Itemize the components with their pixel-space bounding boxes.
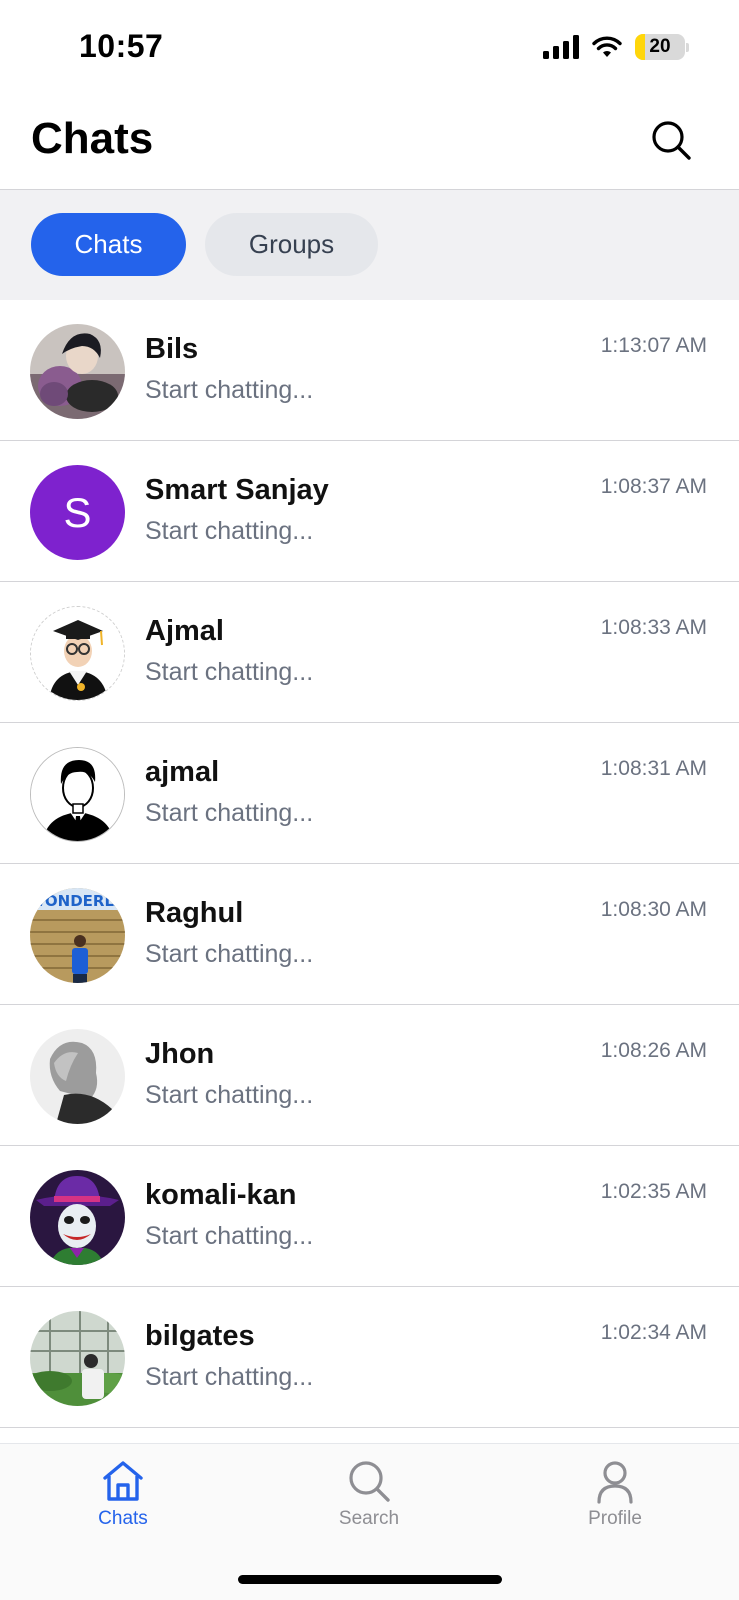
tabs-bar: Chats Groups (0, 190, 739, 300)
chat-row-raghul[interactable]: WONDERLA Raghul Start chatting... 1:08:3… (0, 864, 739, 1005)
nav-chats[interactable]: Chats (53, 1458, 193, 1530)
chat-preview: Start chatting... (145, 940, 314, 968)
chat-time: 1:08:30 AM (600, 898, 707, 921)
chat-row-bilgates[interactable]: bilgates Start chatting... 1:02:34 AM (0, 1287, 739, 1428)
chat-name: Smart Sanjay (145, 474, 329, 506)
chat-preview: Start chatting... (145, 1222, 314, 1250)
tab-chats[interactable]: Chats (31, 213, 186, 276)
avatar (30, 606, 125, 701)
chat-list: Bils Start chatting... 1:13:07 AM S Smar… (0, 300, 739, 1428)
battery-cap (686, 42, 689, 52)
chat-name: bilgates (145, 1320, 255, 1352)
avatar-initial: S (63, 488, 92, 536)
chat-row-smart-sanjay[interactable]: S Smart Sanjay Start chatting... 1:08:37… (0, 441, 739, 582)
home-icon (103, 1461, 143, 1501)
search-icon (652, 121, 691, 160)
search-button[interactable] (649, 118, 693, 162)
chat-name: Raghul (145, 897, 244, 929)
cellular-signal-icon (543, 35, 579, 59)
chat-preview: Start chatting... (145, 1363, 314, 1391)
chat-preview: Start chatting... (145, 376, 314, 404)
nav-label: Chats (98, 1508, 148, 1529)
chat-name: Jhon (145, 1038, 215, 1070)
battery-level: 20 (649, 36, 671, 57)
chat-preview: Start chatting... (145, 658, 314, 686)
chat-row-komali-kan[interactable]: komali-kan Start chatting... 1:02:35 AM (0, 1146, 739, 1287)
chat-time: 1:08:33 AM (600, 616, 707, 639)
chats-screen: 10:57 20 Chats Chats Groups Bils Start c… (0, 0, 739, 1600)
chat-row-bils[interactable]: Bils Start chatting... 1:13:07 AM (0, 300, 739, 441)
status-bar: 10:57 20 (0, 0, 739, 96)
chat-preview: Start chatting... (145, 517, 314, 545)
status-time: 10:57 (79, 28, 164, 64)
nav-profile[interactable]: Profile (545, 1458, 685, 1530)
chat-time: 1:13:07 AM (600, 334, 707, 357)
status-icons: 20 (543, 34, 689, 60)
chat-time: 1:08:31 AM (600, 757, 707, 780)
avatar-sign-text: WONDERLA (30, 892, 125, 910)
chat-time: 1:08:26 AM (600, 1039, 707, 1062)
avatar (30, 1311, 125, 1406)
wifi-icon (592, 36, 622, 57)
chat-time: 1:08:37 AM (600, 475, 707, 498)
chat-row-ajmal-lowercase[interactable]: ajmal Start chatting... 1:08:31 AM (0, 723, 739, 864)
tab-groups[interactable]: Groups (205, 213, 378, 276)
avatar: S (30, 465, 125, 560)
chat-name: komali-kan (145, 1179, 297, 1211)
header: Chats (0, 96, 739, 190)
chat-name: Ajmal (145, 615, 224, 647)
nav-label: Search (338, 1508, 400, 1529)
chat-row-ajmal[interactable]: Ajmal Start chatting... 1:08:33 AM (0, 582, 739, 723)
page-title: Chats (31, 114, 154, 163)
search-icon (349, 1461, 390, 1502)
avatar (30, 1170, 125, 1265)
avatar (30, 324, 125, 419)
nav-search[interactable]: Search (299, 1458, 439, 1530)
nav-label: Profile (588, 1508, 642, 1529)
avatar: WONDERLA (30, 888, 125, 983)
chat-row-jhon[interactable]: Jhon Start chatting... 1:08:26 AM (0, 1005, 739, 1146)
chat-name: ajmal (145, 756, 220, 788)
chat-time: 1:02:34 AM (600, 1321, 707, 1344)
user-icon (597, 1461, 633, 1504)
chat-name: Bils (145, 333, 199, 365)
home-indicator (238, 1575, 502, 1584)
avatar (30, 747, 125, 842)
avatar (30, 1029, 125, 1124)
battery-icon: 20 (635, 34, 685, 60)
chat-preview: Start chatting... (145, 799, 314, 827)
chat-preview: Start chatting... (145, 1081, 314, 1109)
chat-time: 1:02:35 AM (600, 1180, 707, 1203)
